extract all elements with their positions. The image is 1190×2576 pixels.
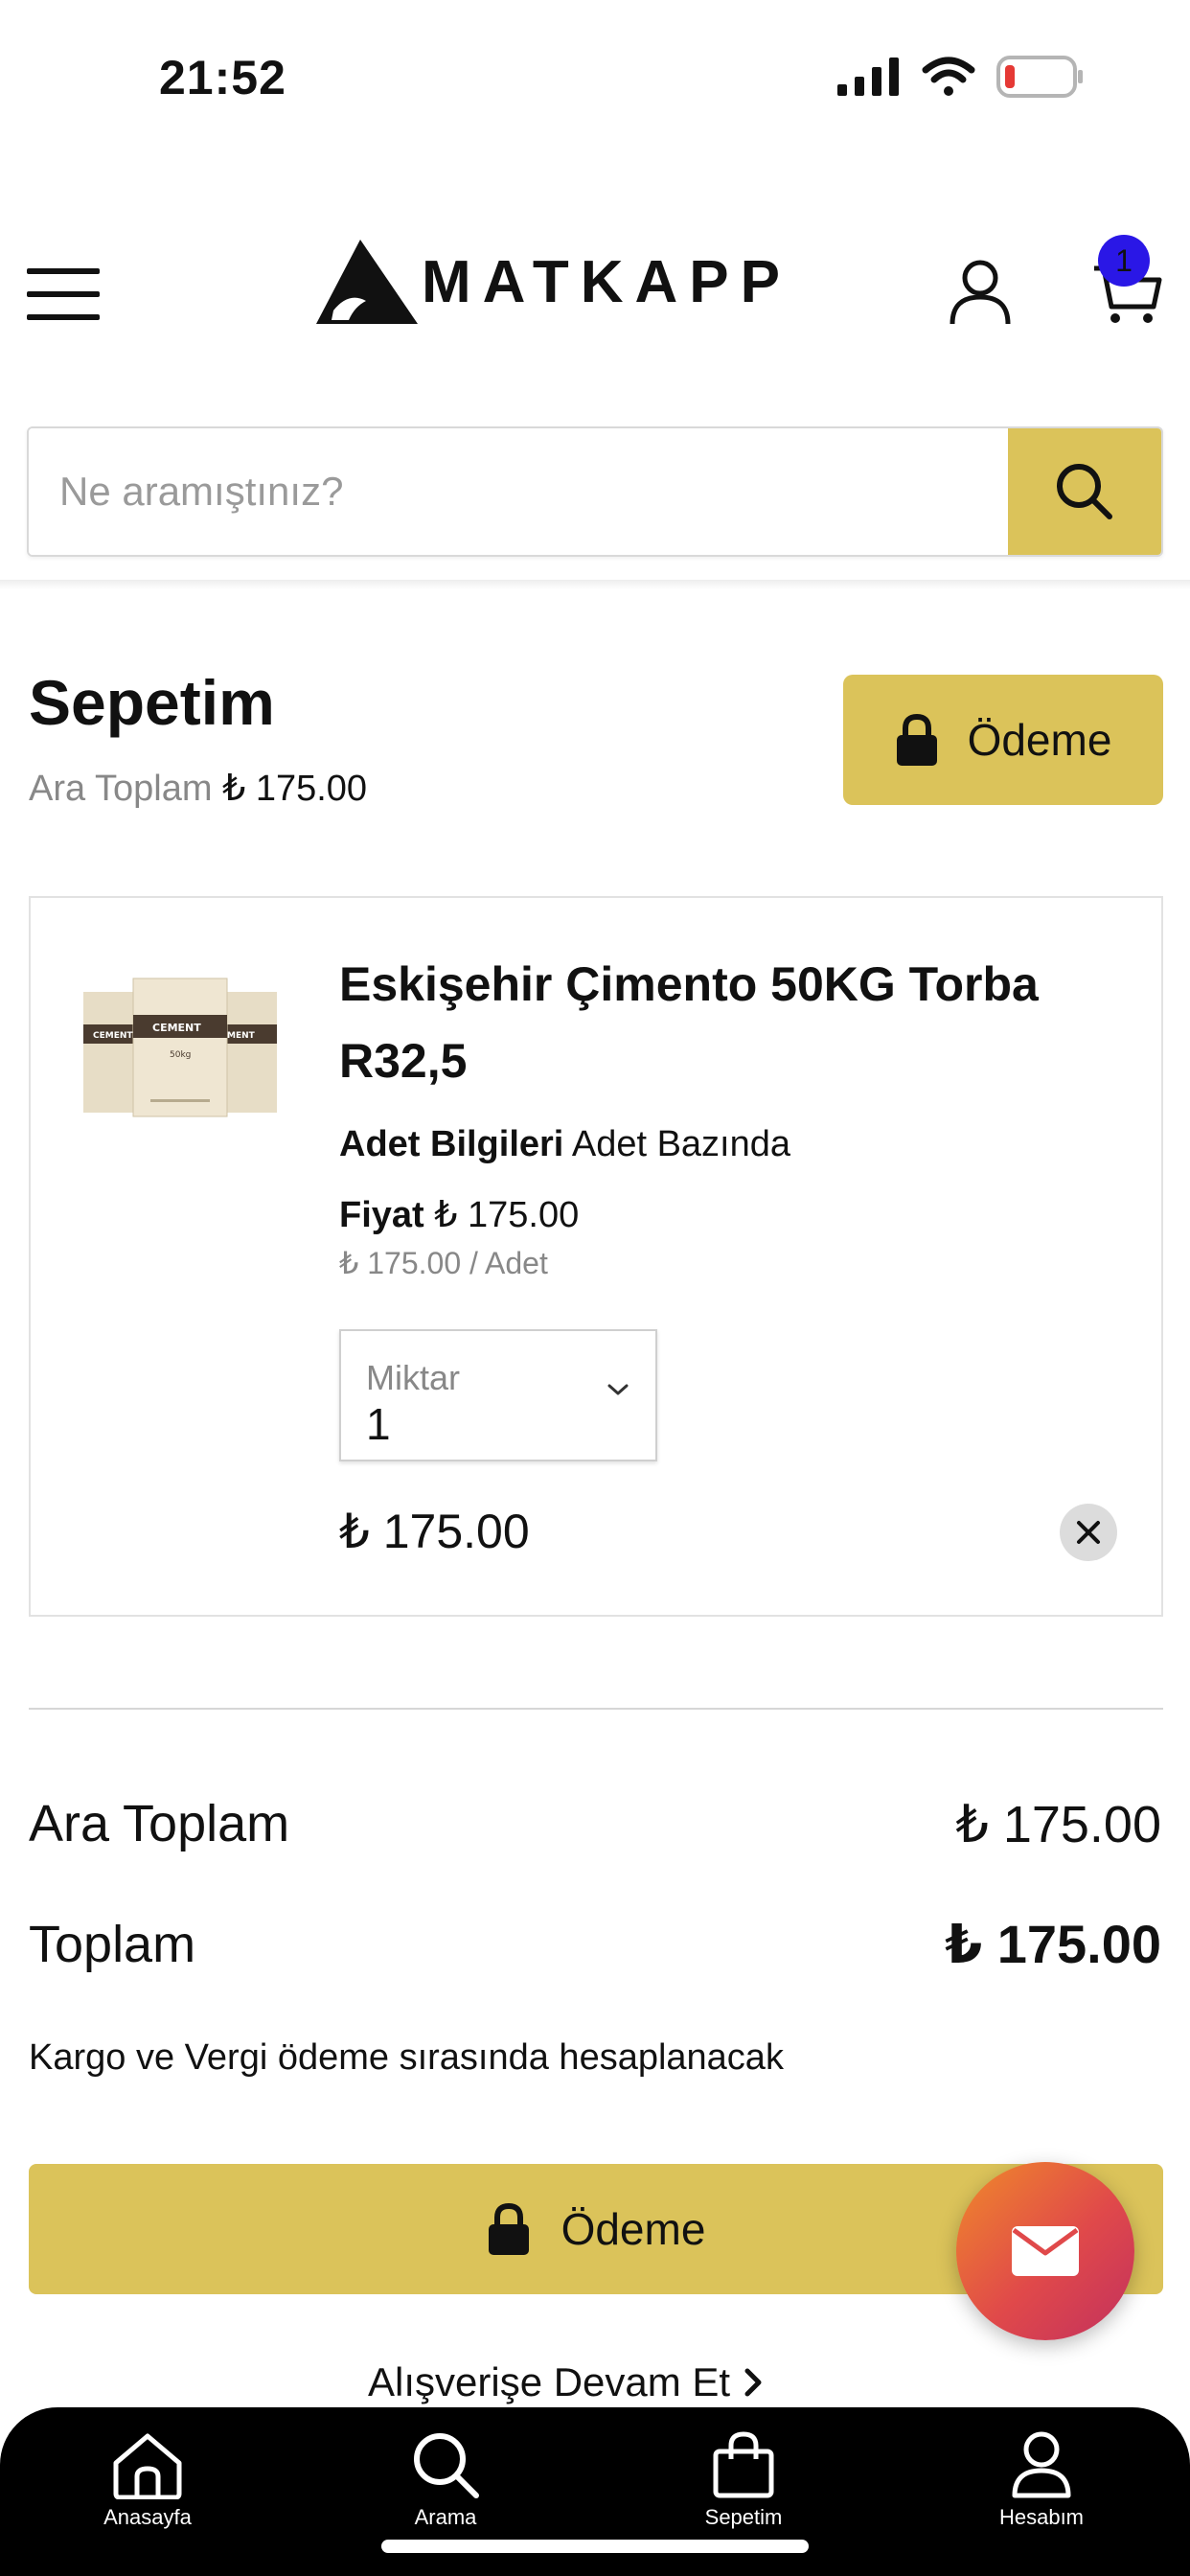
- checkout-button-bottom-label: Ödeme: [561, 2204, 706, 2254]
- header-subtotal: Ara Toplam ₺ 175.00: [29, 767, 367, 810]
- search-icon: [1057, 464, 1112, 519]
- search-input[interactable]: [29, 428, 1008, 555]
- status-icons: [837, 56, 1085, 98]
- search-icon: [414, 2433, 479, 2498]
- cart-count-badge: 1: [1098, 235, 1150, 287]
- chevron-right-icon: [744, 2368, 762, 2397]
- summary-subtotal-value: ₺ 175.00: [955, 1796, 1161, 1853]
- checkout-button-top[interactable]: Ödeme: [843, 675, 1163, 805]
- user-icon: [1012, 2431, 1071, 2498]
- thumb-weight: 50kg: [170, 1050, 191, 1060]
- battery-low-icon: [996, 56, 1083, 98]
- quantity-label: Miktar: [366, 1358, 460, 1397]
- header: MATKAPP: [0, 220, 1190, 364]
- page-title: Sepetim: [29, 667, 275, 738]
- menu-line: [27, 314, 100, 320]
- nav-label-account: Hesabım: [998, 2505, 1085, 2529]
- units-value: Adet Bazında: [571, 1124, 791, 1164]
- contact-mail-button[interactable]: [956, 2162, 1134, 2340]
- summary-total-value: ₺ 175.00: [945, 1914, 1161, 1974]
- nav-label-home: Anasayfa: [103, 2505, 192, 2529]
- cart-item: CEMENT MENT CEMENT 50kg Eskişehir Çiment…: [29, 896, 1163, 1617]
- unit-price: ₺ 175.00 / Adet: [339, 1246, 548, 1280]
- summary-total-label: Toplam: [29, 1916, 196, 1973]
- lock-icon: [896, 714, 937, 766]
- logo-mountain-icon: [316, 240, 418, 324]
- mail-icon: [1012, 2226, 1079, 2276]
- continue-shopping-link[interactable]: Alışverişe Devam Et: [368, 2359, 763, 2405]
- menu-button[interactable]: [27, 268, 100, 320]
- cellular-signal-icon: [837, 58, 899, 96]
- product-image[interactable]: CEMENT MENT CEMENT 50kg: [74, 965, 286, 1120]
- status-time: 21:52: [159, 51, 286, 104]
- header-subtotal-label: Ara Toplam: [29, 769, 213, 809]
- product-price: Fiyat ₺ 175.00: [339, 1193, 579, 1236]
- nav-item-account[interactable]: Hesabım: [946, 2430, 1137, 2530]
- nav-item-search[interactable]: Arama: [350, 2430, 541, 2530]
- close-icon: [1077, 1521, 1100, 1544]
- lock-icon: [488, 2203, 529, 2255]
- bag-icon: [713, 2431, 774, 2498]
- wifi-icon: [922, 57, 975, 96]
- units-label: Adet Bilgileri: [339, 1124, 564, 1164]
- price-value: ₺ 175.00: [434, 1195, 580, 1235]
- thumb-label-center: CEMENT: [152, 1022, 201, 1034]
- header-subtotal-value: ₺ 175.00: [222, 769, 368, 809]
- checkout-button-top-label: Ödeme: [967, 715, 1112, 765]
- search-bar: [27, 426, 1163, 557]
- nav-label-search: Arama: [414, 2505, 477, 2529]
- product-units: Adet Bilgileri Adet Bazında: [339, 1124, 790, 1165]
- logo-text: MATKAPP: [422, 248, 791, 315]
- quantity-value: 1: [366, 1399, 391, 1449]
- remove-item-button[interactable]: [1060, 1504, 1117, 1561]
- menu-line: [27, 268, 100, 274]
- nav-item-home[interactable]: Anasayfa: [52, 2430, 243, 2530]
- home-icon: [113, 2433, 182, 2499]
- line-total: ₺ 175.00: [339, 1505, 530, 1558]
- header-divider: [0, 580, 1190, 589]
- thumb-label-right: MENT: [227, 1031, 256, 1041]
- status-bar: 21:52: [0, 0, 1190, 153]
- account-icon[interactable]: [949, 259, 1012, 326]
- shipping-note: Kargo ve Vergi ödeme sırasında hesaplana…: [29, 2037, 784, 2078]
- search-button[interactable]: [1008, 428, 1161, 555]
- home-indicator[interactable]: [381, 2540, 809, 2553]
- price-label: Fiyat: [339, 1195, 424, 1235]
- quantity-select[interactable]: Miktar 1: [339, 1329, 657, 1461]
- summary-divider: [29, 1708, 1163, 1710]
- logo[interactable]: MATKAPP: [316, 240, 791, 324]
- summary-subtotal-label: Ara Toplam: [29, 1795, 290, 1852]
- product-name[interactable]: Eskişehir Çimento 50KG Torba R32,5: [339, 946, 1125, 1099]
- continue-shopping-label: Alışverişe Devam Et: [368, 2359, 731, 2404]
- nav-label-cart: Sepetim: [704, 2505, 783, 2529]
- nav-item-cart[interactable]: Sepetim: [648, 2430, 839, 2530]
- thumb-label-left: CEMENT: [93, 1031, 133, 1041]
- chevron-down-icon: [607, 1384, 629, 1395]
- menu-line: [27, 291, 100, 297]
